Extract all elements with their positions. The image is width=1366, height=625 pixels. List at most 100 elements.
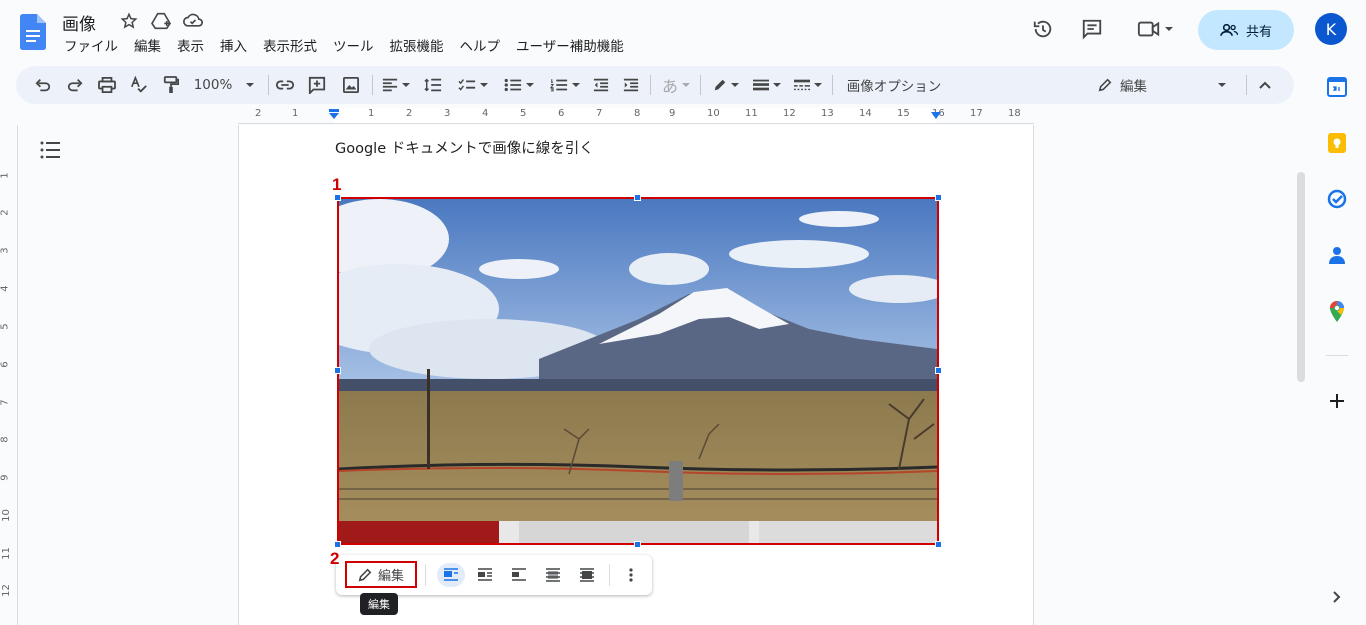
toolbar-divider <box>700 75 701 95</box>
menu-view[interactable]: 表示 <box>169 37 212 57</box>
border-dash-select[interactable] <box>790 74 826 96</box>
break-text-icon[interactable] <box>505 563 533 587</box>
chevron-up-icon[interactable] <box>1254 74 1276 96</box>
chevron-down-icon <box>1218 83 1226 87</box>
chevron-down-icon <box>572 83 580 87</box>
border-weight-select[interactable] <box>750 74 784 96</box>
pencil-icon <box>358 568 372 581</box>
keep-icon[interactable] <box>1326 132 1348 154</box>
editing-mode-select[interactable]: 編集 <box>1098 74 1226 96</box>
comments-icon[interactable] <box>1077 14 1107 44</box>
bullet-list-select[interactable] <box>500 74 538 96</box>
ruler-label: 15 <box>897 108 910 119</box>
spellcheck-icon[interactable] <box>128 74 150 96</box>
star-icon[interactable] <box>120 12 140 32</box>
version-history-icon[interactable] <box>1028 14 1058 44</box>
ruler-label: 8 <box>0 436 11 443</box>
resize-handle[interactable] <box>634 194 641 201</box>
side-panel-divider <box>1326 355 1348 356</box>
cloud-saved-icon[interactable] <box>183 12 203 32</box>
paint-format-icon[interactable] <box>160 74 182 96</box>
share-button[interactable]: 共有 <box>1198 10 1294 50</box>
ruler-label: 10 <box>0 509 12 522</box>
decrease-indent-icon[interactable] <box>590 74 612 96</box>
zoom-select[interactable]: 100% <box>192 74 256 96</box>
pencil-icon <box>1098 78 1112 92</box>
undo-icon[interactable] <box>32 74 54 96</box>
add-comment-icon[interactable] <box>306 74 328 96</box>
document-outline-icon[interactable] <box>40 141 62 159</box>
menu-edit[interactable]: 編集 <box>126 37 169 57</box>
left-indent-marker-icon[interactable] <box>328 109 340 121</box>
selected-image[interactable] <box>337 197 939 545</box>
resize-handle[interactable] <box>935 367 942 374</box>
align-select[interactable] <box>378 74 414 96</box>
move-to-drive-icon[interactable] <box>151 12 171 32</box>
contacts-icon[interactable] <box>1326 244 1348 266</box>
chevron-down-icon <box>814 83 822 87</box>
ruler-label: 2 <box>406 108 413 119</box>
vertical-scrollbar[interactable] <box>1297 172 1305 382</box>
resize-handle[interactable] <box>334 541 341 548</box>
menu-help[interactable]: ヘルプ <box>452 37 509 57</box>
docs-logo-icon[interactable] <box>20 14 46 50</box>
checklist-select[interactable] <box>454 74 492 96</box>
resize-handle[interactable] <box>334 367 341 374</box>
tasks-icon[interactable] <box>1326 188 1348 210</box>
redo-icon[interactable] <box>64 74 86 96</box>
in-front-of-text-icon[interactable] <box>573 563 601 587</box>
link-icon[interactable] <box>274 74 296 96</box>
menu-format[interactable]: 表示形式 <box>255 37 325 57</box>
calendar-icon[interactable] <box>1326 76 1348 98</box>
border-color-select[interactable] <box>708 74 744 96</box>
menu-file[interactable]: ファイル <box>56 37 126 57</box>
meet-button[interactable] <box>1132 14 1178 44</box>
document-body-text[interactable]: Google ドキュメントで画像に線を引く <box>335 137 594 158</box>
people-icon <box>1220 23 1238 36</box>
ruler-label: 1 <box>292 108 299 119</box>
maps-icon[interactable] <box>1326 300 1348 322</box>
toolbar-divider <box>425 564 426 586</box>
menu-accessibility[interactable]: ユーザー補助機能 <box>508 37 632 57</box>
ruler-label: 13 <box>821 108 834 119</box>
ruler-label: 17 <box>970 108 983 119</box>
ruler-label: 1 <box>0 172 11 179</box>
more-options-icon[interactable] <box>617 563 645 587</box>
insert-image-icon[interactable] <box>340 74 362 96</box>
chevron-right-icon[interactable] <box>1326 586 1348 608</box>
text-style-select[interactable]: あ <box>658 74 694 96</box>
menu-insert[interactable]: 挿入 <box>212 37 255 57</box>
menu-tools[interactable]: ツール <box>325 37 382 57</box>
ruler-label: 10 <box>707 108 720 119</box>
wrap-text-icon[interactable] <box>471 563 499 587</box>
document-title[interactable]: 画像 <box>62 10 96 35</box>
avatar[interactable]: K <box>1315 13 1347 45</box>
numbered-list-select[interactable] <box>546 74 584 96</box>
resize-handle[interactable] <box>634 541 641 548</box>
inline-wrap-icon[interactable] <box>437 563 465 587</box>
line-spacing-icon[interactable] <box>422 74 444 96</box>
resize-handle[interactable] <box>935 194 942 201</box>
chevron-down-icon <box>731 83 739 87</box>
ruler-label: 5 <box>0 323 11 330</box>
print-icon[interactable] <box>96 74 118 96</box>
ruler-label: 12 <box>783 108 796 119</box>
ruler-label: 14 <box>859 108 872 119</box>
resize-handle[interactable] <box>334 194 341 201</box>
resize-handle[interactable] <box>935 541 942 548</box>
behind-text-icon[interactable] <box>539 563 567 587</box>
menu-extensions[interactable]: 拡張機能 <box>382 37 452 57</box>
edit-image-button[interactable]: 編集 <box>345 561 417 588</box>
image-options-button[interactable]: 画像オプション <box>842 74 946 96</box>
ruler-label: 11 <box>0 547 12 560</box>
add-addon-icon[interactable] <box>1326 390 1348 412</box>
ruler-label: 5 <box>520 108 527 119</box>
right-indent-marker-icon[interactable] <box>930 111 942 121</box>
ruler-label: 1 <box>368 108 375 119</box>
ruler-label: 6 <box>558 108 565 119</box>
editing-mode-label: 編集 <box>1120 79 1147 95</box>
share-label: 共有 <box>1245 24 1272 40</box>
menu-bar: ファイル 編集 表示 挿入 表示形式 ツール 拡張機能 ヘルプ ユーザー補助機能 <box>56 37 632 57</box>
video-camera-icon <box>1137 21 1160 37</box>
increase-indent-icon[interactable] <box>620 74 642 96</box>
